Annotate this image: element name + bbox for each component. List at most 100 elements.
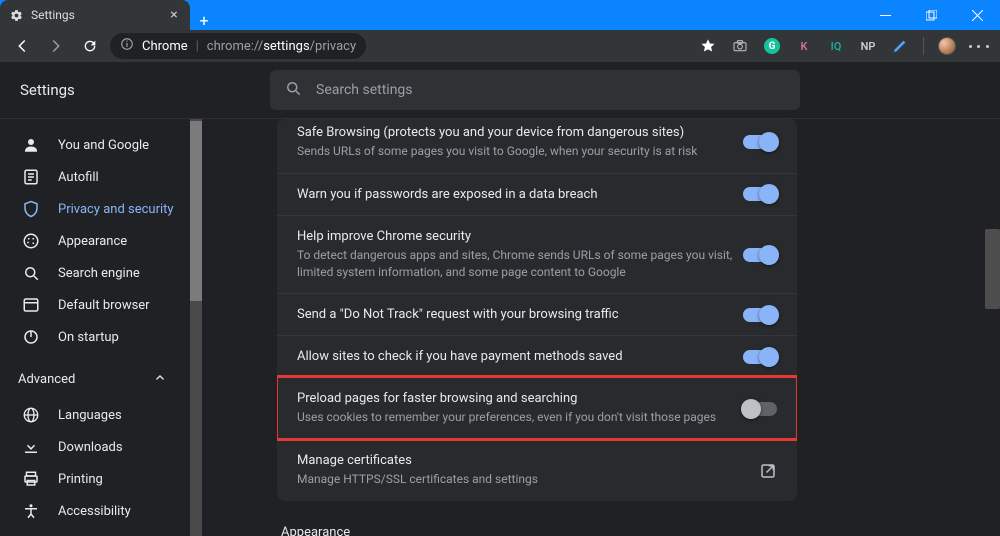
setting-row[interactable]: Warn you if passwords are exposed in a d…: [277, 173, 797, 215]
search-icon: [22, 264, 40, 282]
extension-k[interactable]: K: [791, 33, 817, 59]
sidebar-scrollbar[interactable]: [190, 119, 202, 536]
setting-title: Safe Browsing (protects you and your dev…: [297, 125, 743, 140]
toggle-switch[interactable]: [743, 350, 777, 364]
new-tab-button[interactable]: +: [190, 11, 218, 30]
setting-subtitle: To detect dangerous apps and sites, Chro…: [297, 247, 743, 281]
title-bar: Settings × +: [0, 0, 1000, 30]
setting-row[interactable]: Preload pages for faster browsing and se…: [277, 377, 797, 439]
setting-title: Warn you if passwords are exposed in a d…: [297, 187, 743, 202]
main-scrollbar-track[interactable]: [985, 119, 1000, 536]
back-button[interactable]: [8, 32, 36, 60]
settings-page: Settings Search settings You and Google …: [0, 62, 1000, 536]
appearance-section-label: Appearance: [277, 521, 797, 536]
print-icon: [22, 470, 40, 488]
globe-icon: [22, 406, 40, 424]
main-scrollbar-thumb[interactable]: [985, 229, 1000, 309]
setting-subtitle: Sends URLs of some pages you visit to Go…: [297, 143, 743, 160]
setting-subtitle: Uses cookies to remember your preference…: [297, 409, 743, 426]
setting-row[interactable]: Allow sites to check if you have payment…: [277, 335, 797, 377]
setting-title: Manage certificates: [297, 453, 759, 468]
shield-icon: [22, 200, 40, 218]
camera-extension-icon[interactable]: [727, 33, 753, 59]
tab-title: Settings: [31, 8, 75, 22]
chevron-up-icon: [152, 369, 168, 389]
setting-row[interactable]: Help improve Chrome security To detect da…: [277, 215, 797, 294]
extension-np[interactable]: NP: [855, 33, 881, 59]
browser-toolbar: Chrome | chrome://settings/privacy G K I…: [0, 30, 1000, 62]
forward-button[interactable]: [42, 32, 70, 60]
toggle-switch[interactable]: [743, 187, 777, 201]
tab-strip: Settings × +: [0, 0, 218, 30]
sidebar-item-privacy[interactable]: Privacy and security: [0, 193, 190, 225]
setting-title: Send a "Do Not Track" request with your …: [297, 307, 743, 322]
window-controls: [862, 0, 1000, 30]
sidebar-item-label: Default browser: [58, 298, 150, 313]
maximize-button[interactable]: [908, 0, 954, 30]
extension-iq[interactable]: IQ: [823, 33, 849, 59]
sidebar-item-label: Languages: [58, 408, 122, 423]
toggle-switch[interactable]: [743, 248, 777, 262]
sidebar-item-label: On startup: [58, 330, 119, 345]
setting-subtitle: Manage HTTPS/SSL certificates and settin…: [297, 471, 759, 488]
autofill-icon: [22, 168, 40, 186]
sidebar-item-label: Appearance: [58, 234, 127, 249]
sidebar-item-label: Downloads: [58, 440, 123, 455]
scrollbar-thumb[interactable]: [190, 121, 202, 301]
toggle-switch[interactable]: [743, 308, 777, 322]
setting-title: Allow sites to check if you have payment…: [297, 349, 743, 364]
close-window-button[interactable]: [954, 0, 1000, 30]
address-bar[interactable]: Chrome | chrome://settings/privacy: [110, 33, 366, 59]
setting-row[interactable]: Send a "Do Not Track" request with your …: [277, 293, 797, 335]
setting-row[interactable]: Safe Browsing (protects you and your dev…: [277, 119, 797, 173]
sidebar-item-on-startup[interactable]: On startup: [0, 321, 190, 353]
browser-tab[interactable]: Settings ×: [0, 0, 190, 30]
profile-avatar[interactable]: [934, 33, 960, 59]
url-scheme: Chrome: [142, 39, 188, 54]
sidebar-item-label: Search engine: [58, 266, 140, 281]
sidebar-item-default-browser[interactable]: Default browser: [0, 289, 190, 321]
sidebar-item-you-and-google[interactable]: You and Google: [0, 129, 190, 161]
sidebar-item-label: Printing: [58, 472, 103, 487]
toggle-switch[interactable]: [743, 135, 777, 149]
sidebar-item-label: Privacy and security: [58, 202, 174, 217]
sidebar-item-printing[interactable]: Printing: [0, 463, 190, 495]
toggle-switch[interactable]: [743, 402, 777, 416]
palette-icon: [22, 232, 40, 250]
browser-menu-button[interactable]: [966, 33, 992, 59]
sidebar-item-search-engine[interactable]: Search engine: [0, 257, 190, 289]
sidebar-item-autofill[interactable]: Autofill: [0, 161, 190, 193]
url-text: chrome://settings/privacy: [207, 39, 356, 54]
sidebar-item-languages[interactable]: Languages: [0, 399, 190, 431]
grammarly-extension-icon[interactable]: G: [759, 33, 785, 59]
sidebar-item-accessibility[interactable]: Accessibility: [0, 495, 190, 527]
sidebar-item-label: Autofill: [58, 170, 99, 185]
reload-button[interactable]: [76, 32, 104, 60]
sidebar-item-appearance[interactable]: Appearance: [0, 225, 190, 257]
external-link-icon: [759, 462, 777, 480]
accessibility-icon: [22, 502, 40, 520]
sidebar-item-system[interactable]: System: [0, 527, 190, 536]
pen-extension-icon[interactable]: [887, 33, 913, 59]
download-icon: [22, 438, 40, 456]
sidebar-advanced-toggle[interactable]: Advanced: [0, 353, 190, 399]
setting-row[interactable]: Manage certificates Manage HTTPS/SSL cert…: [277, 439, 797, 501]
setting-title: Preload pages for faster browsing and se…: [297, 391, 743, 406]
browser-icon: [22, 296, 40, 314]
bookmark-star-icon[interactable]: [695, 33, 721, 59]
settings-main-panel: Safe Browsing (protects you and your dev…: [202, 119, 1000, 536]
advanced-label: Advanced: [18, 372, 75, 387]
search-icon: [284, 79, 302, 101]
sidebar-item-downloads[interactable]: Downloads: [0, 431, 190, 463]
settings-header: Settings Search settings: [0, 62, 1000, 118]
settings-sidebar: You and Google Autofill Privacy and secu…: [0, 119, 190, 536]
person-icon: [22, 136, 40, 154]
settings-search[interactable]: Search settings: [270, 70, 800, 110]
setting-title: Help improve Chrome security: [297, 229, 743, 244]
minimize-button[interactable]: [862, 0, 908, 30]
power-icon: [22, 328, 40, 346]
close-icon[interactable]: ×: [166, 7, 182, 23]
sidebar-item-label: You and Google: [58, 138, 149, 153]
site-info-icon[interactable]: [120, 37, 134, 55]
page-title: Settings: [0, 81, 270, 99]
